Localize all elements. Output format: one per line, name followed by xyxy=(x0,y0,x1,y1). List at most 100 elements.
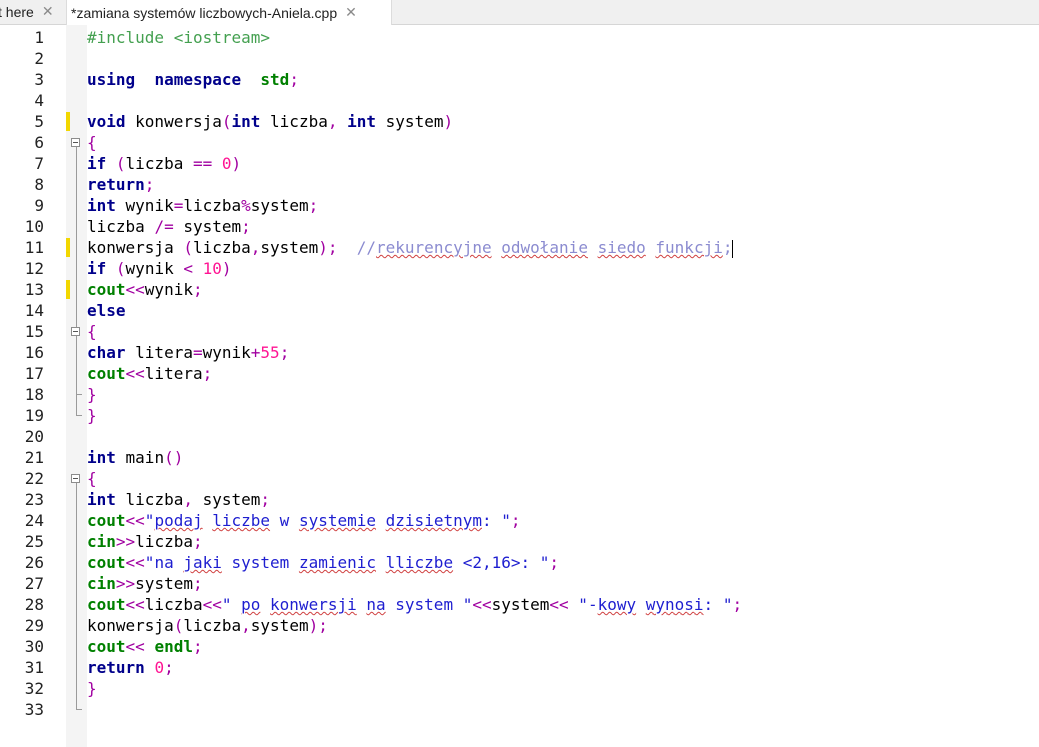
code-editor[interactable]: 1 2 3 4 5 6 7 8 9 10 11 12 13 14 15 16 17 18 19 20 21 22 23 24 2… xyxy=(0,25,1039,747)
code-line[interactable]: #include <iostream> xyxy=(87,27,270,48)
code-line[interactable]: } xyxy=(87,384,97,405)
code-token: < xyxy=(183,259,193,278)
code-line[interactable]: return 0; xyxy=(87,657,174,678)
code-line[interactable]: cin>>liczba; xyxy=(87,531,203,552)
code-line[interactable]: cout<<litera; xyxy=(87,363,212,384)
code-token: konwersja xyxy=(125,112,222,131)
code-token: ( xyxy=(115,259,126,278)
code-token: namespace xyxy=(154,70,242,89)
code-line[interactable]: void konwersja(int liczba, int system) xyxy=(87,111,453,132)
code-line[interactable]: { xyxy=(87,468,97,489)
code-token: return xyxy=(87,175,145,194)
code-token: liczba xyxy=(125,154,193,173)
code-token: ( xyxy=(115,154,126,173)
code-token: ; xyxy=(732,595,743,614)
code-line[interactable]: if (wynik < 10) xyxy=(87,258,232,279)
code-line[interactable]: konwersja(liczba,system); xyxy=(87,615,328,636)
code-token: cout xyxy=(87,364,126,383)
close-tab-icon[interactable]: ✕ xyxy=(42,4,54,20)
code-token: rekurencyjne xyxy=(376,238,492,257)
code-token: liczba xyxy=(183,616,242,635)
fold-toggle-icon[interactable] xyxy=(71,327,80,336)
code-line[interactable]: int liczba, system; xyxy=(87,489,270,510)
code-token: liczba xyxy=(260,112,328,131)
code-token: ; xyxy=(549,553,560,572)
code-token: liczba xyxy=(144,595,203,614)
close-tab-icon[interactable]: ✕ xyxy=(345,5,357,21)
code-token: ) xyxy=(308,616,319,635)
code-token: cin xyxy=(87,532,116,551)
code-line[interactable]: if (liczba == 0) xyxy=(87,153,241,174)
code-token: siedo xyxy=(597,238,646,257)
code-line[interactable]: } xyxy=(87,405,97,426)
line-number: 10 xyxy=(24,217,44,236)
code-area[interactable]: #include <iostream> using namespace std; v… xyxy=(87,25,1039,747)
line-number: 5 xyxy=(34,112,44,131)
code-line[interactable]: char litera=wynik+55; xyxy=(87,342,289,363)
code-token: 0 xyxy=(154,658,165,677)
code-token: ; xyxy=(289,70,299,89)
code-token: = xyxy=(192,343,203,362)
code-token: { xyxy=(87,469,97,488)
code-token: ( xyxy=(183,238,193,257)
code-line[interactable]: int main() xyxy=(87,447,183,468)
code-token: << xyxy=(549,595,569,614)
code-token: na xyxy=(154,553,184,572)
code-token: system xyxy=(135,574,193,593)
code-line[interactable]: liczba /= system; xyxy=(87,216,251,237)
code-line[interactable]: using namespace std; xyxy=(87,69,299,90)
code-token: "- xyxy=(568,595,598,614)
code-token: } xyxy=(87,406,97,425)
code-line[interactable]: int wynik=liczba%system; xyxy=(87,195,318,216)
line-number: 28 xyxy=(24,595,44,614)
code-line[interactable]: cout<<liczba<<" po konwersji na system "… xyxy=(87,594,742,615)
code-line[interactable]: return; xyxy=(87,174,154,195)
code-line[interactable]: else xyxy=(87,300,126,321)
code-line[interactable]: cin>>system; xyxy=(87,573,203,594)
code-token: system xyxy=(250,196,309,215)
fold-toggle-icon[interactable] xyxy=(71,474,80,483)
code-token: kowy xyxy=(597,595,637,614)
code-token: ( xyxy=(221,112,232,131)
code-token: endl xyxy=(154,637,193,656)
code-token: <2,16>: " xyxy=(453,553,550,572)
fold-toggle-icon[interactable] xyxy=(71,138,80,147)
tab-active-file[interactable]: *zamiana systemów liczbowych-Aniela.cpp … xyxy=(66,0,392,25)
code-token: system xyxy=(192,490,261,509)
code-token: /= xyxy=(154,217,174,236)
code-token: w xyxy=(270,511,299,530)
code-line[interactable]: konwersja (liczba,system); //rekurencyjn… xyxy=(87,237,734,258)
tab-previous-file[interactable]: t here ✕ xyxy=(0,0,62,24)
code-token: 0 xyxy=(221,154,232,173)
code-token: cout xyxy=(87,511,126,530)
line-number: 22 xyxy=(24,469,44,488)
code-line[interactable]: cout<<wynik; xyxy=(87,279,203,300)
code-line[interactable]: } xyxy=(87,678,97,699)
text-caret xyxy=(732,239,734,258)
code-token: ) xyxy=(231,154,242,173)
code-line[interactable]: cout<<"podaj liczbe w systemie dzisietny… xyxy=(87,510,521,531)
code-line[interactable]: { xyxy=(87,132,97,153)
line-number: 15 xyxy=(24,322,44,341)
line-number-gutter: 1 2 3 4 5 6 7 8 9 10 11 12 13 14 15 16 17 18 19 20 21 22 23 24 2… xyxy=(0,25,66,747)
code-token: if xyxy=(87,259,107,278)
line-number: 29 xyxy=(24,616,44,635)
line-number: 9 xyxy=(34,196,44,215)
fold-end xyxy=(76,709,82,710)
code-token: using xyxy=(87,70,136,89)
code-token: << xyxy=(125,364,145,383)
code-line[interactable]: cout<< endl; xyxy=(87,636,203,657)
line-number: 21 xyxy=(24,448,44,467)
code-line[interactable]: { xyxy=(87,321,97,342)
code-line[interactable]: cout<<"na jaki system zamienic lliczbe <… xyxy=(87,552,559,573)
code-token: liczba xyxy=(115,490,184,509)
code-token: ; xyxy=(164,658,174,677)
fold-guide xyxy=(76,336,77,394)
